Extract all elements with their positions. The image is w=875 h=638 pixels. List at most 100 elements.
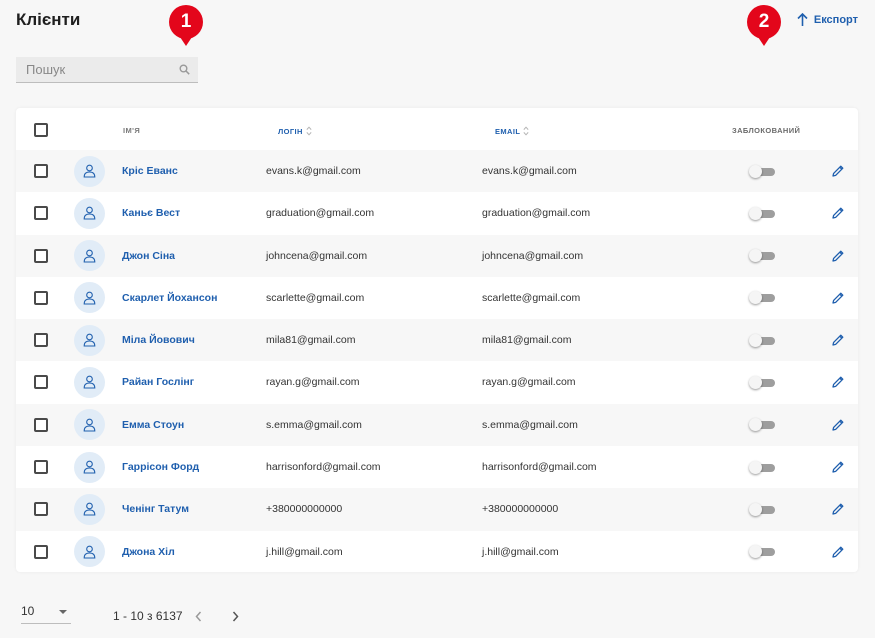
blocked-toggle[interactable] xyxy=(749,375,775,389)
annotation-badge-1: 1 xyxy=(169,5,203,39)
client-email: graduation@gmail.com xyxy=(482,207,591,220)
pencil-icon[interactable] xyxy=(831,291,845,305)
annotation-badge-2: 2 xyxy=(747,5,781,39)
caret-down-icon xyxy=(59,610,67,614)
blocked-toggle[interactable] xyxy=(749,545,775,559)
toggle-thumb xyxy=(749,164,762,178)
client-name-link[interactable]: Джона Хіл xyxy=(122,546,175,558)
pagination-range: 1 - 10 з 6137 xyxy=(113,609,183,623)
avatar xyxy=(74,536,105,568)
pencil-icon[interactable] xyxy=(831,418,845,432)
blocked-toggle[interactable] xyxy=(749,460,775,474)
page-size-select[interactable]: 10 xyxy=(21,604,71,624)
toggle-thumb xyxy=(749,545,762,559)
client-login: rayan.g@gmail.com xyxy=(266,376,360,389)
blocked-toggle[interactable] xyxy=(749,333,775,347)
toggle-thumb xyxy=(749,249,762,263)
row-checkbox[interactable] xyxy=(34,375,48,390)
client-email: s.emma@gmail.com xyxy=(482,418,578,431)
client-name-link[interactable]: Каньє Вест xyxy=(122,207,180,219)
client-name-link[interactable]: Джон Сіна xyxy=(122,250,175,262)
client-login: j.hill@gmail.com xyxy=(266,545,343,558)
pencil-icon[interactable] xyxy=(831,375,845,389)
row-checkbox[interactable] xyxy=(34,544,48,559)
client-name-link[interactable]: Ченінг Татум xyxy=(122,503,189,515)
row-checkbox[interactable] xyxy=(34,290,48,305)
client-email: harrisonford@gmail.com xyxy=(482,461,597,474)
table-row: Джон Сіна johncena@gmail.com johncena@gmai… xyxy=(16,234,858,277)
blocked-toggle[interactable] xyxy=(749,249,775,263)
pencil-icon[interactable] xyxy=(831,164,845,178)
pencil-icon[interactable] xyxy=(831,249,845,263)
column-header-email-label: EMAIL xyxy=(495,127,521,136)
user-icon xyxy=(83,460,96,474)
toggle-thumb xyxy=(749,291,762,305)
avatar xyxy=(74,197,105,229)
row-checkbox[interactable] xyxy=(34,502,48,517)
client-login: s.emma@gmail.com xyxy=(266,418,362,431)
table-row: Гаррісон Форд harrisonford@gmail.com harri… xyxy=(16,446,858,488)
pencil-icon[interactable] xyxy=(831,206,845,220)
user-icon xyxy=(83,206,96,220)
row-checkbox[interactable] xyxy=(34,164,48,178)
table-row: Райан Гослінг rayan.g@gmail.com rayan.g@gm… xyxy=(16,361,858,403)
client-name-link[interactable]: Райан Гослінг xyxy=(122,376,194,388)
blocked-toggle[interactable] xyxy=(749,502,775,516)
avatar xyxy=(74,282,105,314)
table-row: Кріс Еванс evans.k@gmail.com evans.k@gmail… xyxy=(16,150,858,193)
pencil-icon[interactable] xyxy=(831,333,845,347)
client-login: harrisonford@gmail.com xyxy=(266,461,381,474)
row-checkbox[interactable] xyxy=(34,206,48,221)
client-name-link[interactable]: Гаррісон Форд xyxy=(122,461,199,473)
blocked-toggle[interactable] xyxy=(749,206,775,220)
column-header-blocked: ЗАБЛОКОВАНИЙ xyxy=(732,126,801,135)
select-all-checkbox[interactable] xyxy=(34,123,48,137)
avatar xyxy=(74,155,105,187)
user-icon xyxy=(83,376,96,390)
search-field[interactable] xyxy=(16,57,198,83)
pencil-icon[interactable] xyxy=(831,460,845,474)
row-checkbox[interactable] xyxy=(34,248,48,263)
toggle-thumb xyxy=(749,333,762,347)
table-row: Емма Стоун s.emma@gmail.com s.emma@gmail.c… xyxy=(16,403,858,447)
client-name-link[interactable]: Емма Стоун xyxy=(122,419,184,431)
avatar xyxy=(74,366,105,398)
pencil-icon[interactable] xyxy=(831,502,845,516)
column-header-login[interactable]: ЛОГІН xyxy=(278,126,312,136)
avatar xyxy=(74,324,105,356)
chevron-left-icon[interactable] xyxy=(195,611,202,622)
table-row: Ченінг Татум +380000000000 +380000000000 xyxy=(16,488,858,531)
search-input[interactable] xyxy=(16,62,166,77)
row-checkbox[interactable] xyxy=(34,417,48,432)
toggle-thumb xyxy=(749,502,762,516)
pencil-icon[interactable] xyxy=(831,545,845,559)
user-icon xyxy=(83,545,96,559)
export-button[interactable]: Експорт xyxy=(797,13,858,27)
row-checkbox[interactable] xyxy=(34,460,48,475)
avatar xyxy=(74,240,105,272)
client-name-link[interactable]: Кріс Еванс xyxy=(122,165,178,177)
avatar xyxy=(74,409,105,441)
clients-table: ІМ'Я ЛОГІН EMAIL ЗАБЛОКОВАНИЙ Кріс Еванс… xyxy=(16,108,858,572)
client-email: mila81@gmail.com xyxy=(482,334,572,347)
blocked-toggle[interactable] xyxy=(749,418,775,432)
toggle-thumb xyxy=(749,418,762,432)
column-header-name: ІМ'Я xyxy=(123,126,141,135)
table-row: Міла Йовович mila81@gmail.com mila81@gmail… xyxy=(16,319,858,362)
client-email: +380000000000 xyxy=(482,503,559,516)
client-email: j.hill@gmail.com xyxy=(482,545,559,558)
avatar xyxy=(74,493,105,525)
client-email: johncena@gmail.com xyxy=(482,249,584,262)
column-header-email[interactable]: EMAIL xyxy=(495,126,529,136)
arrow-up-icon xyxy=(797,13,808,26)
row-checkbox[interactable] xyxy=(34,333,48,348)
column-header-login-label: ЛОГІН xyxy=(278,127,303,136)
chevron-right-icon[interactable] xyxy=(232,611,239,622)
toggle-thumb xyxy=(749,375,762,389)
toggle-thumb xyxy=(749,206,762,220)
blocked-toggle[interactable] xyxy=(749,164,775,178)
search-icon[interactable] xyxy=(179,64,190,75)
client-name-link[interactable]: Міла Йовович xyxy=(122,334,195,346)
blocked-toggle[interactable] xyxy=(749,291,775,305)
client-name-link[interactable]: Скарлет Йохансон xyxy=(122,292,217,304)
